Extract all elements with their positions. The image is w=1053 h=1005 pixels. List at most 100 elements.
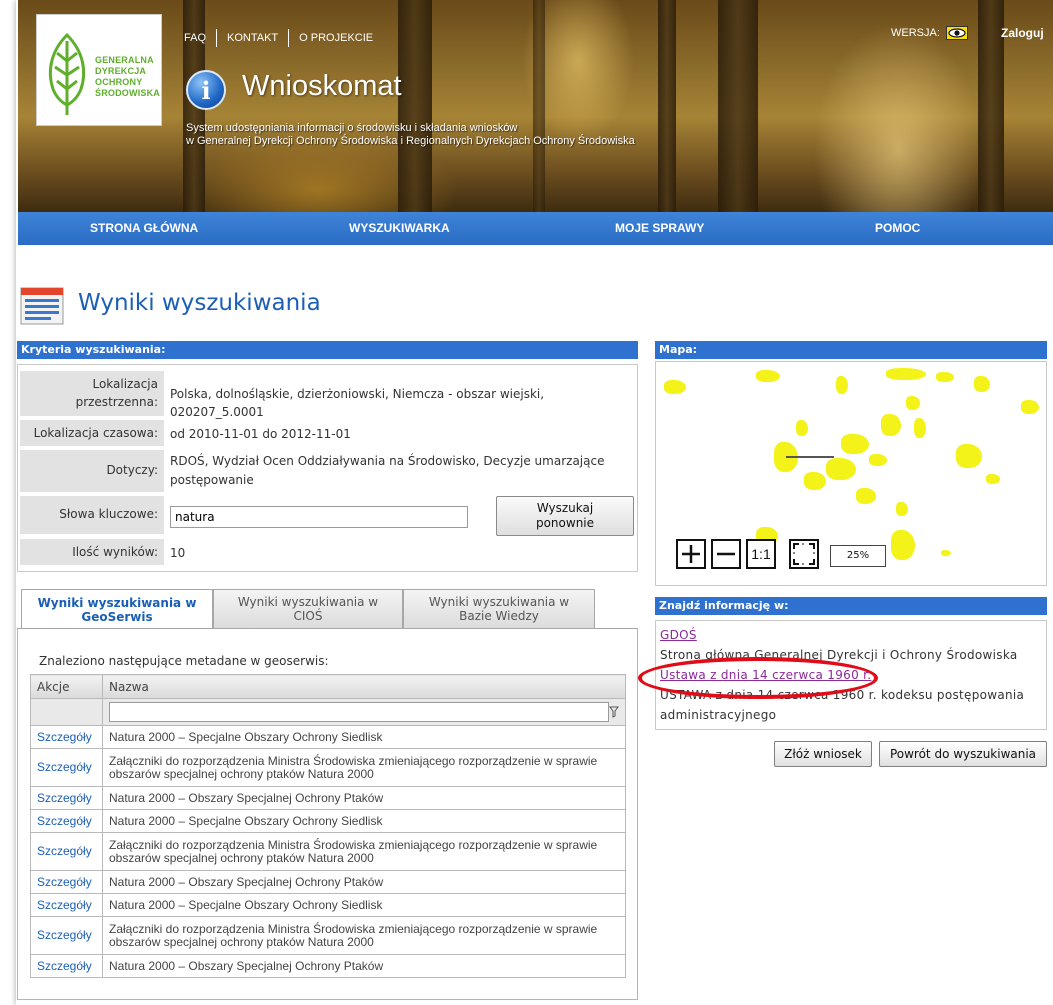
banner-tree [533,0,545,212]
time-location-label: Lokalizacja czasowa: [20,420,164,446]
about-project-link[interactable]: O PROJEKCIE [299,32,373,44]
map-area [986,474,1000,484]
divider [288,29,290,47]
name-cell: Natura 2000 – Obszary Specjalnej Ochrony… [102,786,626,810]
results-table: Akcje Nazwa Szczegóły Natura 2000 – Spec… [30,674,626,978]
column-actions[interactable]: Akcje [30,674,103,699]
banner-tree [398,0,432,212]
table-row: Szczegóły Załączniki do rozporządzenia M… [30,748,626,787]
table-row: Szczegóły Załączniki do rozporządzenia M… [30,832,626,871]
login-link[interactable]: Zaloguj [1001,26,1044,40]
nav-home[interactable]: STRONA GŁÓWNA [90,221,198,235]
concerns-value: RDOŚ, Wydział Ocen Oddziaływania na Środ… [170,452,604,490]
tab-cios[interactable]: Wyniki wyszukiwania w CIOŚ [213,589,403,628]
nav-search[interactable]: WYSZUKIWARKA [349,221,450,235]
details-link[interactable]: Szczegóły [37,959,92,973]
nav-my-cases[interactable]: MOJE SPRAWY [615,221,704,235]
search-again-button[interactable]: Wyszukaj ponownie [496,496,634,536]
filter-empty-cell [30,698,103,726]
table-row: Szczegóły Natura 2000 – Specjalne Obszar… [30,809,626,833]
table-row: Szczegóły Natura 2000 – Obszary Specjaln… [30,954,626,978]
banner-tree [658,0,676,212]
extent-icon [793,543,815,565]
details-cell: Szczegóły [30,832,103,871]
map-view[interactable]: 1:1 25% [655,361,1047,586]
spatial-location-value: Polska, dolnośląskie, dzierżoniowski, Ni… [170,387,545,419]
full-extent-button[interactable] [789,539,819,569]
column-name[interactable]: Nazwa [102,674,626,699]
map-area [804,472,826,490]
keywords-input[interactable] [170,506,468,528]
logo-text: GENERALNA DYREKCJA OCHRONY ŚRODOWISKA [95,55,161,99]
page-title: Wyniki wyszukiwania [78,290,321,316]
banner-tree [718,0,758,212]
details-link[interactable]: Szczegóły [37,730,92,744]
details-link[interactable]: Szczegóły [37,791,92,805]
table-row: Szczegóły Załączniki do rozporządzenia M… [30,916,626,955]
name-cell: Załączniki do rozporządzenia Ministra Śr… [102,832,626,871]
map-area [869,454,887,466]
minus-icon [717,552,735,556]
contrast-version-button[interactable] [945,26,968,40]
actual-size-button[interactable]: 1:1 [746,539,776,569]
criteria-panel: Lokalizacja przestrzenna: Polska, dolnoś… [17,364,638,572]
spatial-location-label: Lokalizacja przestrzenna: [20,371,164,416]
tab-geoserwis[interactable]: Wyniki wyszukiwania w GeoSerwis [21,589,213,629]
label-line: Lokalizacja [92,377,158,391]
name-cell: Natura 2000 – Obszary Specjalnej Ochrony… [102,954,626,978]
details-link[interactable]: Szczegóły [37,844,92,858]
map-header: Mapa: [655,341,1047,359]
map-area [906,396,920,410]
gdos-logo[interactable]: GENERALNA DYREKCJA OCHRONY ŚRODOWISKA [36,14,162,126]
map-area [664,380,686,394]
zoom-in-button[interactable] [676,539,706,569]
keywords-label: Słowa kluczowe: [20,496,164,534]
map-area [881,414,901,436]
details-cell: Szczegóły [30,786,103,810]
results-list-icon [20,287,64,325]
map-area [826,458,856,480]
found-metadata-text: Znaleziono następujące metadane w geoser… [39,654,329,668]
info-icon: i [186,70,226,110]
top-links: FAQ KONTAKT O PROJEKCIE [184,29,373,47]
leaf-logo-icon [48,32,86,115]
details-link[interactable]: Szczegóły [37,928,92,942]
map-area [756,370,780,382]
submit-request-button[interactable]: Złóż wniosek [774,741,872,767]
divider [216,29,218,47]
table-row: Szczegóły Natura 2000 – Specjalne Obszar… [30,893,626,917]
name-cell: Natura 2000 – Obszary Specjalnej Ochrony… [102,870,626,894]
details-cell: Szczegóły [30,893,103,917]
name-cell: Natura 2000 – Specjalne Obszary Ochrony … [102,725,626,749]
subtitle-line: System udostępniania informacji o środow… [186,122,518,134]
details-cell: Szczegóły [30,870,103,894]
map-area [886,368,926,380]
name-cell: Natura 2000 – Specjalne Obszary Ochrony … [102,893,626,917]
zoom-out-button[interactable] [711,539,741,569]
back-to-search-button[interactable]: Powrót do wyszukiwania [879,741,1047,767]
name-filter-input[interactable] [109,702,609,722]
name-cell: Załączniki do rozporządzenia Ministra Śr… [102,748,626,787]
time-location-value: od 2010-11-01 do 2012-11-01 [170,427,351,441]
gdos-link[interactable]: GDOŚ [660,628,697,642]
tab-knowledge-base[interactable]: Wyniki wyszukiwania w Bazie Wiedzy [403,589,595,628]
filter-row [30,698,626,726]
details-link[interactable]: Szczegóły [37,814,92,828]
faq-link[interactable]: FAQ [184,32,206,44]
details-cell: Szczegóły [30,916,103,955]
logo-line: DYREKCJA [95,66,147,76]
map-area [1021,400,1039,414]
map-area [856,488,876,504]
map-area [974,376,990,392]
filter-cell [102,698,626,726]
nav-help[interactable]: POMOC [875,221,920,235]
filter-icon[interactable] [609,706,619,718]
contact-link[interactable]: KONTAKT [227,32,278,44]
details-link[interactable]: Szczegóły [37,760,92,774]
details-cell: Szczegóły [30,725,103,749]
map-area [896,502,908,516]
map-area [914,418,926,438]
details-link[interactable]: Szczegóły [37,898,92,912]
details-link[interactable]: Szczegóły [37,875,92,889]
concerns-label: Dotyczy: [20,450,164,492]
